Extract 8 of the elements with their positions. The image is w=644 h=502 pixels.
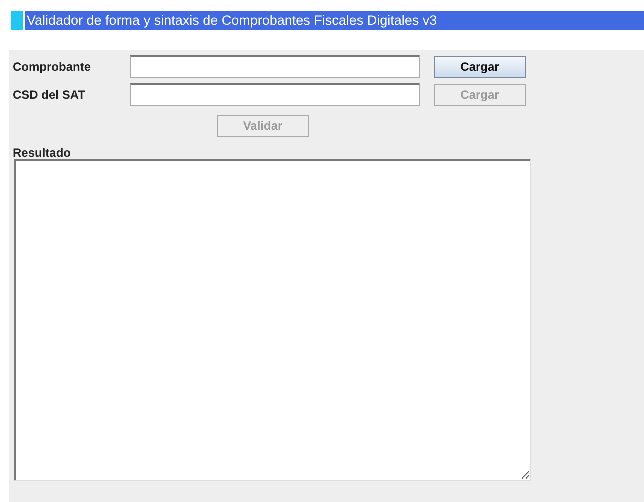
field-label: CSD del SAT: [13, 86, 86, 104]
window-title: Validador de forma y sintaxis de Comprobantes Fiscales Digitales v3: [26, 12, 438, 30]
result-label: Resultado: [13, 147, 72, 159]
title-accent: [11, 11, 25, 30]
load-button[interactable]: Cargar: [434, 56, 526, 78]
field-label: Comprobante: [13, 58, 92, 76]
file-field[interactable]: [130, 83, 420, 106]
file-field[interactable]: [130, 55, 420, 78]
